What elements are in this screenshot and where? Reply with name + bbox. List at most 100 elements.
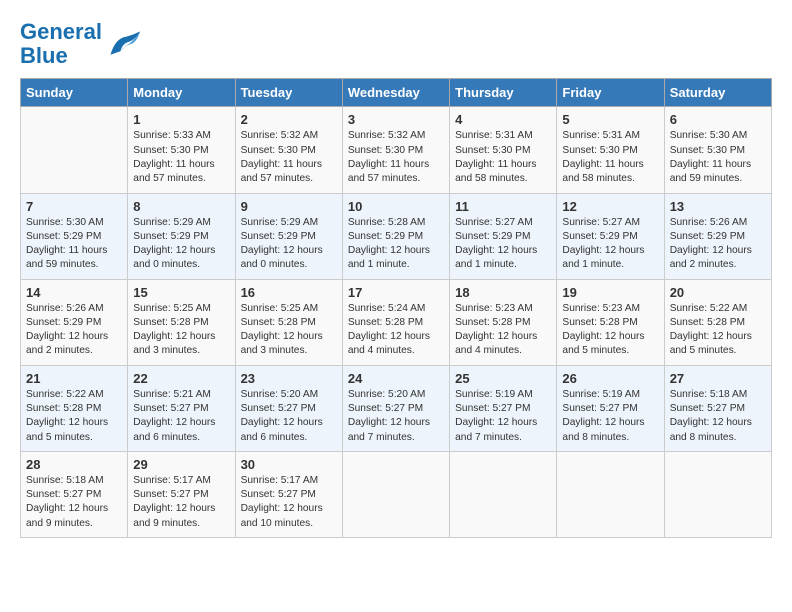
calendar-cell: 30 Sunrise: 5:17 AMSunset: 5:27 PMDayligh… bbox=[235, 451, 342, 537]
day-number: 10 bbox=[348, 199, 444, 214]
calendar-cell: 27 Sunrise: 5:18 AMSunset: 5:27 PMDayligh… bbox=[664, 365, 771, 451]
cell-info: Sunrise: 5:19 AMSunset: 5:27 PMDaylight:… bbox=[455, 388, 551, 445]
cell-info: Sunrise: 5:29 AMSunset: 5:29 PMDaylight:… bbox=[133, 216, 229, 273]
calendar-cell: 5 Sunrise: 5:31 AMSunset: 5:30 PMDaylight… bbox=[557, 107, 664, 193]
day-number: 22 bbox=[133, 371, 229, 386]
day-number: 9 bbox=[241, 199, 337, 214]
cell-info: Sunrise: 5:26 AMSunset: 5:29 PMDaylight:… bbox=[26, 302, 122, 359]
logo-bird-icon bbox=[106, 29, 142, 59]
calendar-cell: 26 Sunrise: 5:19 AMSunset: 5:27 PMDayligh… bbox=[557, 365, 664, 451]
calendar-cell: 28 Sunrise: 5:18 AMSunset: 5:27 PMDayligh… bbox=[21, 451, 128, 537]
calendar-cell: 20 Sunrise: 5:22 AMSunset: 5:28 PMDayligh… bbox=[664, 279, 771, 365]
day-number: 11 bbox=[455, 199, 551, 214]
calendar-cell: 11 Sunrise: 5:27 AMSunset: 5:29 PMDayligh… bbox=[450, 193, 557, 279]
cell-info: Sunrise: 5:27 AMSunset: 5:29 PMDaylight:… bbox=[562, 216, 658, 273]
day-number: 15 bbox=[133, 285, 229, 300]
cell-info: Sunrise: 5:20 AMSunset: 5:27 PMDaylight:… bbox=[348, 388, 444, 445]
cell-info: Sunrise: 5:32 AMSunset: 5:30 PMDaylight:… bbox=[348, 129, 444, 186]
logo-text: General Blue bbox=[20, 20, 102, 68]
cell-info: Sunrise: 5:30 AMSunset: 5:30 PMDaylight:… bbox=[670, 129, 766, 186]
day-number: 16 bbox=[241, 285, 337, 300]
calendar-cell: 3 Sunrise: 5:32 AMSunset: 5:30 PMDaylight… bbox=[342, 107, 449, 193]
cell-info: Sunrise: 5:18 AMSunset: 5:27 PMDaylight:… bbox=[26, 474, 122, 531]
cell-info: Sunrise: 5:25 AMSunset: 5:28 PMDaylight:… bbox=[241, 302, 337, 359]
header-tuesday: Tuesday bbox=[235, 79, 342, 107]
calendar-cell: 2Sunrise: 5:32 AMSunset: 5:30 PMDaylight… bbox=[235, 107, 342, 193]
week-row-1: 1 Sunrise: 5:33 AMSunset: 5:30 PMDaylight… bbox=[21, 107, 772, 193]
day-number: 26 bbox=[562, 371, 658, 386]
day-number: 25 bbox=[455, 371, 551, 386]
calendar-cell: 23Sunrise: 5:20 AMSunset: 5:27 PMDayligh… bbox=[235, 365, 342, 451]
header-friday: Friday bbox=[557, 79, 664, 107]
cell-info: Sunrise: 5:23 AMSunset: 5:28 PMDaylight:… bbox=[455, 302, 551, 359]
calendar-cell: 22 Sunrise: 5:21 AMSunset: 5:27 PMDayligh… bbox=[128, 365, 235, 451]
calendar-cell: 24 Sunrise: 5:20 AMSunset: 5:27 PMDayligh… bbox=[342, 365, 449, 451]
day-number: 4 bbox=[455, 112, 551, 127]
calendar-cell: 17Sunrise: 5:24 AMSunset: 5:28 PMDayligh… bbox=[342, 279, 449, 365]
day-number: 17 bbox=[348, 285, 444, 300]
calendar-cell: 25 Sunrise: 5:19 AMSunset: 5:27 PMDayligh… bbox=[450, 365, 557, 451]
day-number: 1 bbox=[133, 112, 229, 127]
header-saturday: Saturday bbox=[664, 79, 771, 107]
cell-info: Sunrise: 5:23 AMSunset: 5:28 PMDaylight:… bbox=[562, 302, 658, 359]
day-number: 14 bbox=[26, 285, 122, 300]
cell-info: Sunrise: 5:29 AMSunset: 5:29 PMDaylight:… bbox=[241, 216, 337, 273]
calendar-cell: 18 Sunrise: 5:23 AMSunset: 5:28 PMDayligh… bbox=[450, 279, 557, 365]
calendar-header-row: SundayMondayTuesdayWednesdayThursdayFrid… bbox=[21, 79, 772, 107]
day-number: 29 bbox=[133, 457, 229, 472]
calendar-cell: 6 Sunrise: 5:30 AMSunset: 5:30 PMDaylight… bbox=[664, 107, 771, 193]
calendar-cell: 4Sunrise: 5:31 AMSunset: 5:30 PMDaylight… bbox=[450, 107, 557, 193]
calendar-cell: 29 Sunrise: 5:17 AMSunset: 5:27 PMDayligh… bbox=[128, 451, 235, 537]
page-header: General Blue bbox=[20, 20, 772, 68]
day-number: 18 bbox=[455, 285, 551, 300]
cell-info: Sunrise: 5:22 AMSunset: 5:28 PMDaylight:… bbox=[26, 388, 122, 445]
week-row-2: 7Sunrise: 5:30 AMSunset: 5:29 PMDaylight… bbox=[21, 193, 772, 279]
cell-info: Sunrise: 5:19 AMSunset: 5:27 PMDaylight:… bbox=[562, 388, 658, 445]
cell-info: Sunrise: 5:17 AMSunset: 5:27 PMDaylight:… bbox=[133, 474, 229, 531]
calendar-cell: 21 Sunrise: 5:22 AMSunset: 5:28 PMDayligh… bbox=[21, 365, 128, 451]
day-number: 20 bbox=[670, 285, 766, 300]
calendar-cell: 8Sunrise: 5:29 AMSunset: 5:29 PMDaylight… bbox=[128, 193, 235, 279]
day-number: 21 bbox=[26, 371, 122, 386]
cell-info: Sunrise: 5:25 AMSunset: 5:28 PMDaylight:… bbox=[133, 302, 229, 359]
day-number: 3 bbox=[348, 112, 444, 127]
calendar-cell: 13 Sunrise: 5:26 AMSunset: 5:29 PMDayligh… bbox=[664, 193, 771, 279]
day-number: 6 bbox=[670, 112, 766, 127]
calendar-cell bbox=[342, 451, 449, 537]
calendar-cell: 1 Sunrise: 5:33 AMSunset: 5:30 PMDaylight… bbox=[128, 107, 235, 193]
day-number: 5 bbox=[562, 112, 658, 127]
calendar-body: 1 Sunrise: 5:33 AMSunset: 5:30 PMDaylight… bbox=[21, 107, 772, 538]
calendar-cell bbox=[450, 451, 557, 537]
cell-info: Sunrise: 5:32 AMSunset: 5:30 PMDaylight:… bbox=[241, 129, 337, 186]
calendar-cell: 9 Sunrise: 5:29 AMSunset: 5:29 PMDaylight… bbox=[235, 193, 342, 279]
header-monday: Monday bbox=[128, 79, 235, 107]
header-wednesday: Wednesday bbox=[342, 79, 449, 107]
calendar-table: SundayMondayTuesdayWednesdayThursdayFrid… bbox=[20, 78, 772, 538]
cell-info: Sunrise: 5:33 AMSunset: 5:30 PMDaylight:… bbox=[133, 129, 229, 186]
day-number: 19 bbox=[562, 285, 658, 300]
day-number: 13 bbox=[670, 199, 766, 214]
calendar-cell: 16 Sunrise: 5:25 AMSunset: 5:28 PMDayligh… bbox=[235, 279, 342, 365]
calendar-cell: 19 Sunrise: 5:23 AMSunset: 5:28 PMDayligh… bbox=[557, 279, 664, 365]
cell-info: Sunrise: 5:21 AMSunset: 5:27 PMDaylight:… bbox=[133, 388, 229, 445]
logo: General Blue bbox=[20, 20, 142, 68]
cell-info: Sunrise: 5:31 AMSunset: 5:30 PMDaylight:… bbox=[562, 129, 658, 186]
cell-info: Sunrise: 5:18 AMSunset: 5:27 PMDaylight:… bbox=[670, 388, 766, 445]
calendar-cell bbox=[557, 451, 664, 537]
cell-info: Sunrise: 5:22 AMSunset: 5:28 PMDaylight:… bbox=[670, 302, 766, 359]
header-thursday: Thursday bbox=[450, 79, 557, 107]
cell-info: Sunrise: 5:26 AMSunset: 5:29 PMDaylight:… bbox=[670, 216, 766, 273]
day-number: 28 bbox=[26, 457, 122, 472]
cell-info: Sunrise: 5:27 AMSunset: 5:29 PMDaylight:… bbox=[455, 216, 551, 273]
week-row-5: 28 Sunrise: 5:18 AMSunset: 5:27 PMDayligh… bbox=[21, 451, 772, 537]
day-number: 12 bbox=[562, 199, 658, 214]
day-number: 30 bbox=[241, 457, 337, 472]
week-row-3: 14 Sunrise: 5:26 AMSunset: 5:29 PMDayligh… bbox=[21, 279, 772, 365]
calendar-cell bbox=[21, 107, 128, 193]
calendar-cell: 7Sunrise: 5:30 AMSunset: 5:29 PMDaylight… bbox=[21, 193, 128, 279]
day-number: 24 bbox=[348, 371, 444, 386]
cell-info: Sunrise: 5:17 AMSunset: 5:27 PMDaylight:… bbox=[241, 474, 337, 531]
cell-info: Sunrise: 5:28 AMSunset: 5:29 PMDaylight:… bbox=[348, 216, 444, 273]
day-number: 27 bbox=[670, 371, 766, 386]
day-number: 7 bbox=[26, 199, 122, 214]
